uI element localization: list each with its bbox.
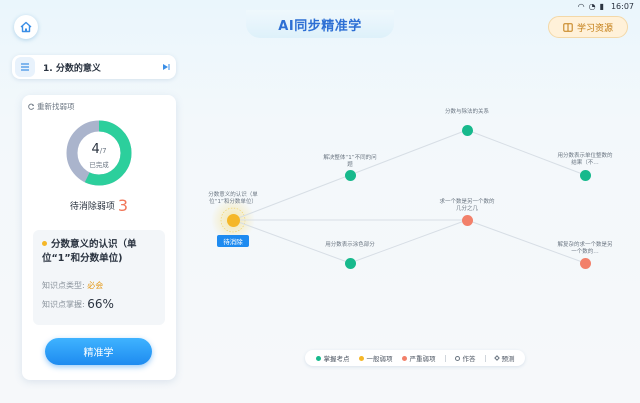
legend-label: 作答 <box>462 355 476 363</box>
refind-weakness-button[interactable]: 重新找弱项 <box>28 101 75 112</box>
knowledge-point-name: 分数意义的认识（单位“1”和分数单位) <box>42 239 137 264</box>
menu-button[interactable] <box>15 57 35 77</box>
knowledge-node[interactable] <box>345 170 356 181</box>
legend-item: 一般弱项 <box>358 353 393 363</box>
study-resource-label: 学习资源 <box>576 23 613 34</box>
refind-label: 重新找弱项 <box>37 102 75 111</box>
wifi-icon: ◔ <box>588 2 596 11</box>
precise-study-button[interactable]: 精准学 <box>45 338 152 365</box>
weakness-panel: 重新找弱项 4/7 已完成 待消除弱项 3 分数意义的认识（单位“1”和分数单位)… <box>22 95 176 380</box>
knowledge-node[interactable] <box>462 125 473 136</box>
battery-icon: ▮ <box>599 2 604 11</box>
kp-type-label: 知识点类型: <box>42 281 85 290</box>
legend-divider <box>444 354 446 362</box>
knowledge-point-card: 分数意义的认识（单位“1”和分数单位) 知识点类型: 必会 知识点掌握: 66% <box>33 230 165 325</box>
signal-icon: ◠ <box>577 2 585 11</box>
kp-type-value: 必会 <box>87 281 104 290</box>
legend-item: 作答 <box>454 353 476 363</box>
legend-dot <box>358 355 364 361</box>
knowledge-point-title: 分数意义的认识（单位“1”和分数单位) <box>42 238 160 266</box>
pending-count: 3 <box>117 196 129 215</box>
kp-type-row: 知识点类型: 必会 <box>42 280 103 291</box>
progress-done: 4 <box>91 142 100 157</box>
node-label: 分数意义的认识（单位“1”和分数单位） <box>208 192 258 205</box>
title-banner: AI同步精准学 <box>246 10 394 38</box>
legend-item: 预测 <box>493 353 515 363</box>
pending-label: 待消除弱项 <box>69 202 115 212</box>
knowledge-node[interactable] <box>580 258 591 269</box>
chevron-right-icon <box>163 64 170 70</box>
home-icon <box>20 21 32 33</box>
legend-divider <box>484 354 486 362</box>
legend-dot <box>401 355 407 361</box>
legend-item: 掌握考点 <box>315 353 350 363</box>
study-resource-button[interactable]: 学习资源 <box>548 16 628 38</box>
pending-weakness: 待消除弱项 3 <box>22 196 176 215</box>
node-label: 分数与除法的关系 <box>444 109 489 115</box>
pending-tag: 待消除 <box>217 235 249 247</box>
kp-mastery-row: 知识点掌握: 66% <box>42 297 114 311</box>
knowledge-node[interactable] <box>462 215 473 226</box>
status-dot <box>42 241 47 246</box>
node-label: 解决整体“1”不同的问题 <box>323 155 377 168</box>
knowledge-node-current[interactable] <box>227 214 240 227</box>
node-label: 解复杂的求一个数是另一个数的… <box>557 242 613 255</box>
home-button[interactable] <box>14 15 38 39</box>
clock: 16:07 <box>610 2 634 11</box>
diamond-outline-icon <box>493 355 500 361</box>
node-label: 用分数表示单位整数的结果（不… <box>557 153 613 166</box>
legend-item: 严重弱项 <box>401 353 436 363</box>
node-label: 求一个数是另一个数的几分之几 <box>439 199 495 212</box>
kp-mastery-value: 66% <box>87 297 114 311</box>
knowledge-node[interactable] <box>580 170 591 181</box>
progress-count: 4/7 <box>22 142 176 157</box>
progress-label: 已完成 <box>89 161 109 169</box>
chapter-label: 1. 分数的意义 <box>43 63 101 74</box>
circle-outline-icon <box>454 355 460 361</box>
kp-mastery-label: 知识点掌握: <box>42 300 85 309</box>
status-icons: ◠ ◔ ▮ <box>578 2 604 11</box>
menu-icon <box>21 63 29 71</box>
book-icon <box>563 22 573 32</box>
legend-dot <box>315 355 321 361</box>
legend-label: 掌握考点 <box>323 355 350 363</box>
page-title: AI同步精准学 <box>278 18 362 34</box>
knowledge-node[interactable] <box>345 258 356 269</box>
legend-label: 严重弱项 <box>409 355 436 363</box>
knowledge-map-links <box>211 129 586 264</box>
chapter-selector[interactable]: 1. 分数的意义 <box>12 55 176 79</box>
legend-label: 一般弱项 <box>366 355 393 363</box>
legend-label: 预测 <box>501 355 515 363</box>
node-label: 用分数表示涂色部分 <box>325 242 375 248</box>
refresh-icon <box>28 103 35 110</box>
map-legend: 掌握考点 一般弱项 严重弱项 作答 预测 <box>305 350 525 366</box>
progress-total: /7 <box>99 147 107 155</box>
